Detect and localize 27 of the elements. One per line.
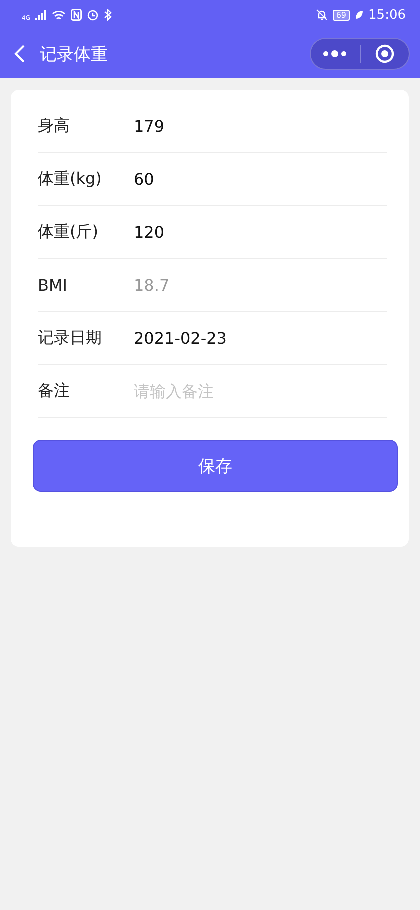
nfc-icon: [71, 9, 82, 21]
signal-icon: [35, 10, 48, 20]
back-button[interactable]: [14, 44, 26, 64]
field-label: 记录日期: [38, 328, 103, 348]
field-label: BMI: [38, 276, 68, 294]
input-field[interactable]: 60: [134, 170, 387, 188]
bmi-value: 18.7: [134, 276, 170, 294]
clock-time: 15:06: [368, 8, 406, 22]
input-field[interactable]: 请输入备注: [134, 382, 387, 400]
leaf-icon: [354, 10, 364, 20]
page-title: 记录体重: [40, 44, 109, 66]
input-field[interactable]: 120: [134, 222, 387, 242]
back-icon: [14, 44, 26, 64]
save-button[interactable]: 保存: [33, 440, 398, 492]
more-icon: [322, 50, 348, 58]
bluetooth-icon: [104, 9, 112, 21]
input-field[interactable]: 179: [134, 116, 387, 136]
battery-level: 69: [333, 10, 350, 20]
target-icon: [374, 44, 395, 64]
field-label: 身高: [38, 116, 71, 136]
field-label: 备注: [38, 380, 71, 402]
date-picker[interactable]: 2021-02-23: [134, 328, 227, 348]
field-label: 体重(斤): [38, 222, 100, 242]
wifi-icon: [52, 10, 66, 20]
field-label: 体重(kg): [38, 168, 103, 190]
alarm-icon: [87, 9, 100, 21]
bell-off-icon: [316, 9, 328, 21]
